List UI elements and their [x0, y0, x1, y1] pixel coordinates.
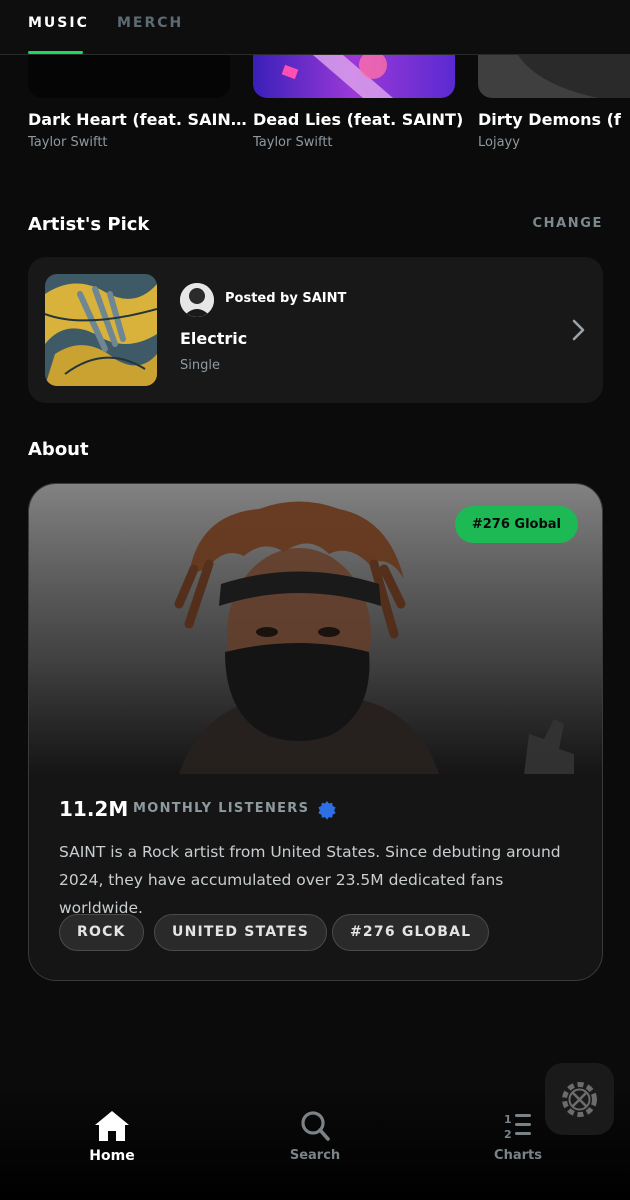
- artist-page: MUSIC MERCH Dark Heart (feat. SAIN… Tayl…: [0, 0, 630, 1200]
- charts-icon: 1 2: [504, 1113, 531, 1141]
- album-title: Dark Heart (feat. SAIN…: [28, 110, 247, 129]
- album-title: Dead Lies (feat. SAINT): [253, 110, 464, 129]
- album-cover-1: [28, 55, 230, 98]
- tools-button[interactable]: [545, 1063, 614, 1135]
- album-artist: Taylor Swiftt: [253, 135, 333, 150]
- search-icon: [301, 1111, 330, 1141]
- pick-cover-art: [45, 274, 157, 386]
- artist-bio: SAINT is a Rock artist from United State…: [59, 843, 561, 917]
- tag-country[interactable]: UNITED STATES: [154, 914, 327, 951]
- change-button[interactable]: CHANGE: [532, 216, 603, 231]
- verified-badge-icon: [318, 801, 336, 820]
- top-tab-bar: MUSIC MERCH: [0, 0, 630, 55]
- album-card-1[interactable]: Dark Heart (feat. SAIN… Taylor Swiftt: [28, 55, 247, 150]
- pick-title: Electric: [180, 329, 248, 348]
- poster-avatar: [180, 283, 214, 317]
- nav-charts-label: Charts: [494, 1148, 542, 1163]
- album-artist: Lojayy: [478, 135, 520, 150]
- svg-text:1: 1: [504, 1113, 512, 1126]
- active-tab-indicator: [28, 51, 83, 54]
- nav-search-label: Search: [289, 1148, 341, 1163]
- tag-genre[interactable]: ROCK: [59, 914, 144, 951]
- artists-pick-heading: Artist's Pick: [28, 214, 150, 235]
- about-card: #276 Global 11.2M MONTHLY LISTENERS SAIN…: [28, 483, 603, 981]
- nav-search[interactable]: Search: [255, 1108, 375, 1163]
- global-rank-badge: #276 Global: [454, 506, 578, 543]
- album-artist: Taylor Swiftt: [28, 135, 108, 150]
- tools-icon: [562, 1082, 597, 1117]
- album-title: Dirty Demons (f: [478, 110, 621, 129]
- svg-text:2: 2: [504, 1128, 512, 1141]
- posted-by-label: Posted by SAINT: [225, 291, 347, 306]
- album-cover-3: [478, 55, 630, 98]
- bottom-nav: Home Search 1 2 Charts: [0, 1090, 630, 1200]
- chevron-right-icon: [572, 319, 585, 341]
- tag-rank[interactable]: #276 GLOBAL: [332, 914, 490, 951]
- artists-pick-card[interactable]: Posted by SAINT Electric Single: [28, 257, 603, 403]
- monthly-listeners-label: MONTHLY LISTENERS: [133, 801, 310, 816]
- about-heading: About: [28, 439, 89, 460]
- pick-type: Single: [180, 358, 220, 373]
- nav-home[interactable]: Home: [52, 1108, 172, 1164]
- monthly-listeners-count: 11.2M: [59, 797, 129, 821]
- album-carousel[interactable]: Dark Heart (feat. SAIN… Taylor Swiftt De…: [0, 55, 630, 165]
- nav-home-label: Home: [89, 1148, 135, 1164]
- album-card-3[interactable]: Dirty Demons (f Lojayy: [478, 55, 630, 150]
- tab-merch[interactable]: MERCH: [117, 15, 183, 31]
- tab-music[interactable]: MUSIC: [28, 15, 89, 31]
- album-cover-2: [253, 55, 455, 98]
- home-icon: [95, 1111, 129, 1141]
- album-card-2[interactable]: Dead Lies (feat. SAINT) Taylor Swiftt: [253, 55, 463, 150]
